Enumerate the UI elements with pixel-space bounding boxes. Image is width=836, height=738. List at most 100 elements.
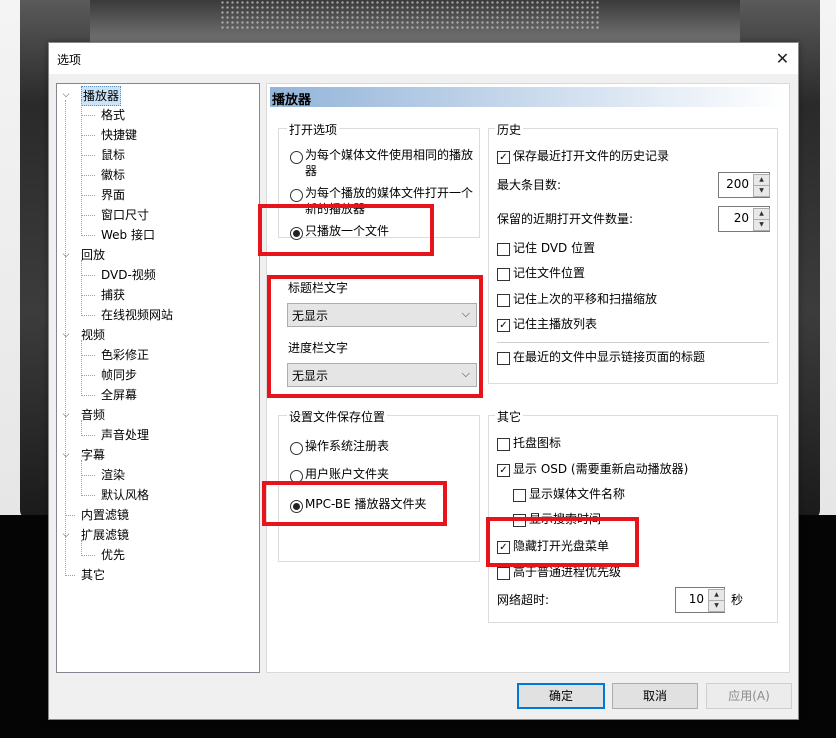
recent-count-spinner[interactable]: 20 ▲ ▼ — [718, 206, 770, 232]
tree-connector — [81, 275, 95, 276]
tree-item-label: 徽标 — [101, 168, 126, 182]
other-title: 其它 — [495, 408, 524, 425]
high-priority-checkbox[interactable] — [497, 567, 510, 580]
ok-button[interactable]: 确定 — [517, 683, 605, 709]
expand-chevron-icon[interactable]: ⌵ — [61, 526, 71, 544]
expand-chevron-icon[interactable]: ⌵ — [61, 326, 71, 344]
tray-icon-checkbox[interactable] — [497, 438, 510, 451]
annotation-box-mpc-folder — [262, 481, 447, 526]
show-osd-checkbox[interactable]: ✓ — [497, 464, 510, 477]
dialog-title: 选项 — [57, 53, 82, 67]
tree-item-label: 在线视频网站 — [101, 308, 174, 322]
title-bar: 选项 ✕ — [49, 43, 798, 74]
tree-item-label: 播放器 — [81, 86, 122, 106]
show-media-name-checkbox[interactable] — [513, 489, 526, 502]
tree-connector — [81, 420, 82, 436]
remember-pan-label: 记住上次的平移和扫描缩放 — [513, 292, 658, 306]
tree-connector — [81, 115, 95, 116]
remember-pan-checkbox[interactable] — [497, 294, 510, 307]
tray-icon-label: 托盘图标 — [513, 436, 562, 450]
save-location-title: 设置文件保存位置 — [287, 408, 388, 425]
close-icon[interactable]: ✕ — [767, 43, 798, 74]
remember-dvd-label: 记住 DVD 位置 — [513, 241, 596, 255]
spin-down-icon[interactable]: ▼ — [753, 185, 770, 197]
expand-chevron-icon[interactable]: ⌵ — [61, 446, 71, 464]
tree-connector — [81, 315, 95, 316]
tree-connector — [81, 375, 95, 376]
network-timeout-label: 网络超时: — [497, 593, 550, 607]
remember-file-label: 记住文件位置 — [513, 266, 586, 280]
tree-item-label: 默认风格 — [101, 488, 150, 502]
history-title: 历史 — [495, 121, 524, 138]
save-location-2-label: 用户账户文件夹 — [305, 467, 390, 481]
save-location-1-radio[interactable] — [290, 442, 303, 455]
spin-down-icon[interactable]: ▼ — [708, 600, 725, 612]
tree-item-label: 鼠标 — [101, 148, 126, 162]
expand-chevron-icon[interactable]: ⌵ — [61, 246, 71, 264]
panel-header-title: 播放器 — [272, 93, 312, 108]
annotation-box-play-one-file — [258, 204, 434, 256]
tree-connector — [81, 195, 95, 196]
tree-connector — [81, 340, 82, 396]
tree-connector — [65, 515, 75, 516]
tree-item-label: 捕获 — [101, 288, 126, 302]
tree-item-label: 优先 — [101, 548, 126, 562]
tree-connector — [81, 435, 95, 436]
keep-history-checkbox[interactable]: ✓ — [497, 151, 510, 164]
background-grille — [220, 0, 600, 30]
show-osd-label: 显示 OSD (需要重新启动播放器) — [513, 462, 689, 476]
tree-item-label: 音频 — [81, 408, 106, 422]
tree-item-label: 快捷键 — [101, 128, 138, 142]
show-link-title-checkbox[interactable] — [497, 352, 510, 365]
tree-connector — [81, 235, 95, 236]
tree-item-label: 窗口尺寸 — [101, 208, 150, 222]
remember-file-checkbox[interactable] — [497, 268, 510, 281]
open-option-1-radio[interactable] — [290, 151, 303, 164]
network-timeout-spinner[interactable]: 10 ▲ ▼ — [675, 587, 725, 613]
save-location-1-label: 操作系统注册表 — [305, 439, 390, 453]
open-option-1-label: 为每个媒体文件使用相同的播放 — [305, 148, 474, 162]
tree-connector — [81, 395, 95, 396]
tree-item-label: Web 接口 — [101, 228, 155, 242]
max-entries-spin-buttons: ▲ ▼ — [753, 174, 770, 197]
history-divider — [497, 342, 769, 343]
tree-connector — [81, 175, 95, 176]
remember-playlist-checkbox[interactable]: ✓ — [497, 319, 510, 332]
tree-connector — [81, 495, 95, 496]
tree-connector — [65, 575, 75, 576]
tree-item-label: 界面 — [101, 188, 126, 202]
tree-item-label: 全屏幕 — [101, 388, 138, 402]
tree-item-label: 回放 — [81, 248, 106, 262]
tree-connector — [81, 100, 82, 236]
recent-count-label: 保留的近期打开文件数量: — [497, 212, 634, 226]
tree-connector — [81, 555, 95, 556]
expand-chevron-icon[interactable]: ⌵ — [61, 406, 71, 424]
tree-connector — [81, 460, 82, 496]
open-option-2-label: 为每个播放的媒体文件打开一个 — [305, 186, 474, 200]
tree-item-label: 扩展滤镜 — [81, 528, 130, 542]
high-priority-label: 高于普通进程优先级 — [513, 565, 622, 579]
open-option-2-radio[interactable] — [290, 189, 303, 202]
tree-connector — [81, 355, 95, 356]
tree-item-label: 字幕 — [81, 448, 106, 462]
annotation-box-bar-text — [267, 275, 483, 398]
tree-item-label: 格式 — [101, 108, 126, 122]
annotation-box-hide-disc-menu — [486, 517, 639, 567]
options-tree[interactable]: ⌵ 播放器 格式 快捷键 鼠标 徽标 界面 窗口尺寸 Web 接口 ⌵ 回放 DVD-视频 捕获 在线视频… — [56, 83, 260, 673]
tree-connector — [81, 475, 95, 476]
max-entries-label: 最大条目数: — [497, 178, 562, 192]
spin-down-icon[interactable]: ▼ — [753, 219, 770, 231]
apply-button[interactable]: 应用(A) — [706, 683, 792, 709]
remember-dvd-checkbox[interactable] — [497, 243, 510, 256]
show-link-title-label: 在最近的文件中显示链接页面的标题 — [513, 350, 706, 364]
tree-connector — [81, 295, 95, 296]
recent-count-spin-buttons: ▲ ▼ — [753, 208, 770, 231]
cancel-button[interactable]: 取消 — [612, 683, 698, 709]
open-options-title: 打开选项 — [287, 121, 340, 138]
panel-header: 播放器 — [270, 87, 786, 108]
tree-item-label: 视频 — [81, 328, 106, 342]
recent-count-value: 20 — [733, 211, 749, 225]
max-entries-spinner[interactable]: 200 ▲ ▼ — [718, 172, 770, 198]
tree-item-label: 帧同步 — [101, 368, 138, 382]
expand-chevron-icon[interactable]: ⌵ — [61, 86, 71, 104]
